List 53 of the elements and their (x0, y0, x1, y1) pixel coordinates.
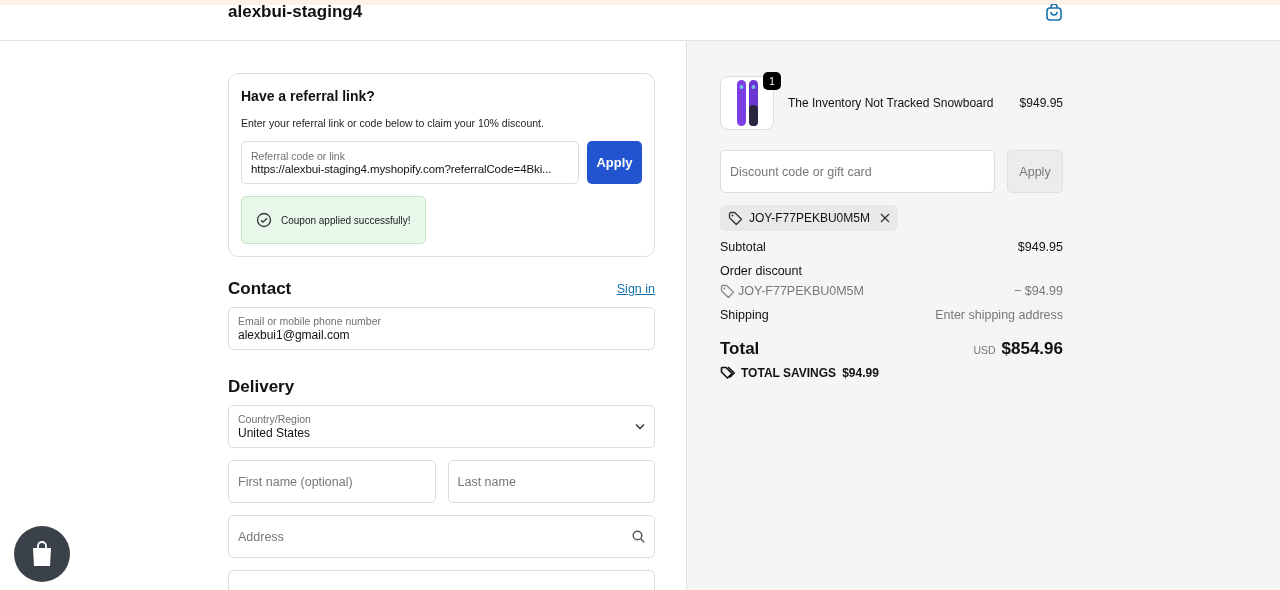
section-title: Delivery (228, 377, 295, 397)
field-label: Referral code or link (251, 150, 346, 163)
total-label: Total (720, 341, 760, 357)
snowboard-drawing (735, 79, 759, 127)
shopping-bag-icon[interactable] (1045, 4, 1063, 22)
field-value: alexbui1@gmail.com (238, 328, 351, 342)
apply-button[interactable]: Apply (587, 141, 642, 184)
last-name-field[interactable]: Last name (447, 460, 655, 503)
line-label: Order discount (720, 263, 802, 279)
close-icon (879, 213, 890, 223)
discount-amount: − $94.99 (1014, 283, 1063, 299)
currency-code: USD (973, 343, 996, 358)
line-value: $949.95 (1017, 239, 1063, 255)
referral-field[interactable]: Referral code or link https://alexbui-staging4.myshopify.com?referralCode=4Bki... (241, 141, 579, 184)
product-name: The Inventory Not Tracked Snowboard (788, 96, 995, 110)
country-select[interactable]: Country/Region United States (228, 405, 655, 448)
field-value: https://alexbui-staging4.myshopify.com?referralCode=4Bki... (251, 163, 553, 175)
line-label: Subtotal (720, 239, 766, 255)
search-icon (632, 530, 645, 543)
total-amount: $854.96 (1001, 341, 1063, 357)
section-title: Contact (228, 279, 292, 299)
card-title: Have a referral link? (241, 88, 376, 104)
placeholder-text: Last name (457, 474, 517, 489)
discount-code-field[interactable]: Discount code or gift card (720, 150, 995, 193)
field-label: Email or mobile phone number (238, 315, 382, 328)
product-price: $949.95 (1019, 96, 1063, 110)
field-label: Country/Region (238, 413, 312, 426)
check-circle-icon (256, 212, 272, 228)
first-name-field[interactable]: First name (optional) (228, 460, 436, 503)
message-text: Coupon applied successfully! (281, 214, 411, 226)
description-text: Enter your referral link or code below to claim your 10% discount. (241, 117, 545, 129)
chevron-down-icon (635, 423, 645, 430)
placeholder-text: Discount code or gift card (730, 164, 873, 179)
line-label: Shipping (720, 307, 769, 323)
apply-button[interactable]: Apply (1007, 150, 1063, 193)
placeholder-text: Address (238, 529, 285, 544)
address-field[interactable]: Address (228, 515, 655, 558)
shopify-bag-button[interactable] (14, 526, 70, 582)
placeholder-text: First name (optional) (238, 474, 354, 489)
tag-icon (728, 210, 743, 226)
shopping-bag-icon (30, 540, 54, 568)
discount-code: JOY-F77PEKBU0M5M (749, 211, 870, 225)
tag-icon (720, 283, 735, 299)
store-name[interactable]: alexbui-staging4 (228, 5, 363, 19)
field-value: United States (238, 426, 312, 440)
quantity-badge: 1 (763, 72, 781, 90)
tags-icon (720, 365, 735, 380)
savings-amount: $94.99 (842, 365, 879, 380)
email-field[interactable]: Email or mobile phone number alexbui1@gmail.com (228, 307, 655, 350)
discount-code: JOY-F77PEKBU0M5M (738, 283, 864, 299)
savings-label: TOTAL SAVINGS (741, 365, 837, 380)
sign-in-link[interactable]: Sign in (616, 282, 655, 296)
shipping-note: Enter shipping address (935, 307, 1063, 323)
